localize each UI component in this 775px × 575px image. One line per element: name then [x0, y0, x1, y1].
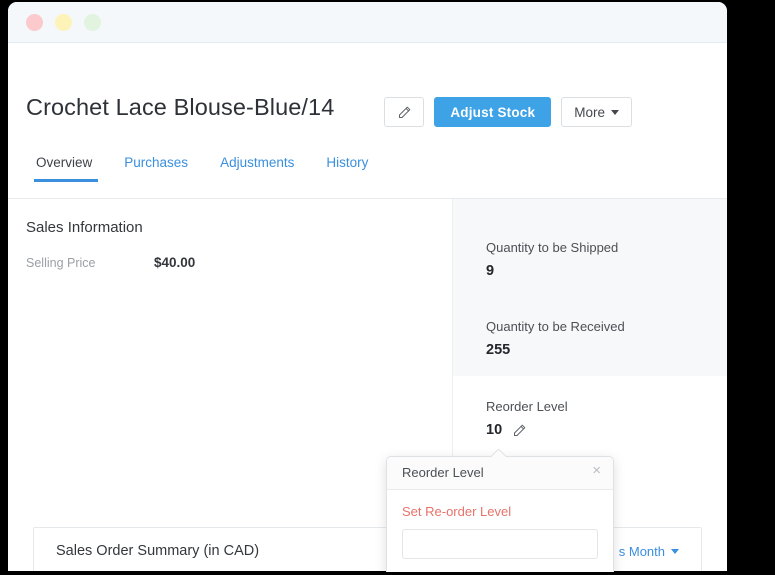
reorder-level-value: 10 [486, 422, 502, 438]
summary-period-filter-label: s Month [619, 544, 665, 559]
close-window-button[interactable] [26, 14, 43, 31]
stat-quantity-to-be-received: Quantity to be Received 255 [486, 319, 625, 358]
page-body: Crochet Lace Blouse-Blue/14 Adjust Stock… [8, 43, 727, 572]
popover-arrow [491, 449, 506, 457]
stat-value: 255 [486, 342, 625, 358]
popover-title: Reorder Level [402, 465, 484, 480]
header-actions: Adjust Stock More [384, 97, 632, 127]
main-content: Sales Information Selling Price $40.00 Q… [8, 199, 727, 572]
tab-history[interactable]: History [310, 155, 384, 182]
stat-label: Reorder Level [486, 399, 568, 414]
more-button-label: More [574, 105, 605, 120]
section-title-sales-information: Sales Information [26, 219, 143, 236]
summary-card-title: Sales Order Summary (in CAD) [56, 543, 259, 559]
chevron-down-icon [611, 110, 619, 115]
stat-label: Quantity to be Received [486, 319, 625, 334]
chevron-down-icon [671, 549, 679, 554]
adjust-stock-button[interactable]: Adjust Stock [434, 97, 551, 127]
tab-adjustments[interactable]: Adjustments [204, 155, 310, 182]
minimize-window-button[interactable] [55, 14, 72, 31]
reorder-level-popover: Reorder Level × Set Re-order Level Updat… [386, 456, 614, 572]
stat-value: 10 [486, 422, 568, 438]
tab-overview[interactable]: Overview [26, 155, 108, 182]
stat-value: 9 [486, 263, 618, 279]
edit-reorder-level-pencil-icon[interactable] [512, 423, 527, 438]
stat-quantity-to-be-shipped: Quantity to be Shipped 9 [486, 240, 618, 279]
selling-price-value: $40.00 [154, 255, 195, 270]
selling-price-label: Selling Price [26, 256, 154, 270]
edit-item-button[interactable] [384, 97, 424, 127]
page-title: Crochet Lace Blouse-Blue/14 [26, 94, 334, 121]
traffic-lights [26, 14, 101, 31]
stat-reorder-level: Reorder Level 10 [486, 399, 568, 438]
tab-purchases[interactable]: Purchases [108, 155, 204, 182]
summary-period-filter[interactable]: s Month [619, 544, 679, 559]
browser-window: Crochet Lace Blouse-Blue/14 Adjust Stock… [8, 2, 727, 572]
stat-label: Quantity to be Shipped [486, 240, 618, 255]
popover-body: Set Re-order Level Update [387, 490, 613, 572]
close-icon[interactable]: × [592, 463, 601, 478]
quantity-to-be-received-value: 255 [486, 342, 510, 358]
quantity-to-be-shipped-value: 9 [486, 263, 494, 279]
reorder-level-input[interactable] [402, 529, 598, 559]
pencil-icon [397, 105, 412, 120]
field-selling-price: Selling Price $40.00 [26, 255, 195, 270]
maximize-window-button[interactable] [84, 14, 101, 31]
window-titlebar [8, 2, 727, 43]
tab-bar: Overview Purchases Adjustments History [26, 155, 384, 182]
more-button[interactable]: More [561, 97, 632, 127]
popover-header: Reorder Level × [387, 457, 613, 490]
page-header: Crochet Lace Blouse-Blue/14 Adjust Stock… [8, 43, 727, 148]
set-reorder-level-label: Set Re-order Level [402, 504, 598, 519]
